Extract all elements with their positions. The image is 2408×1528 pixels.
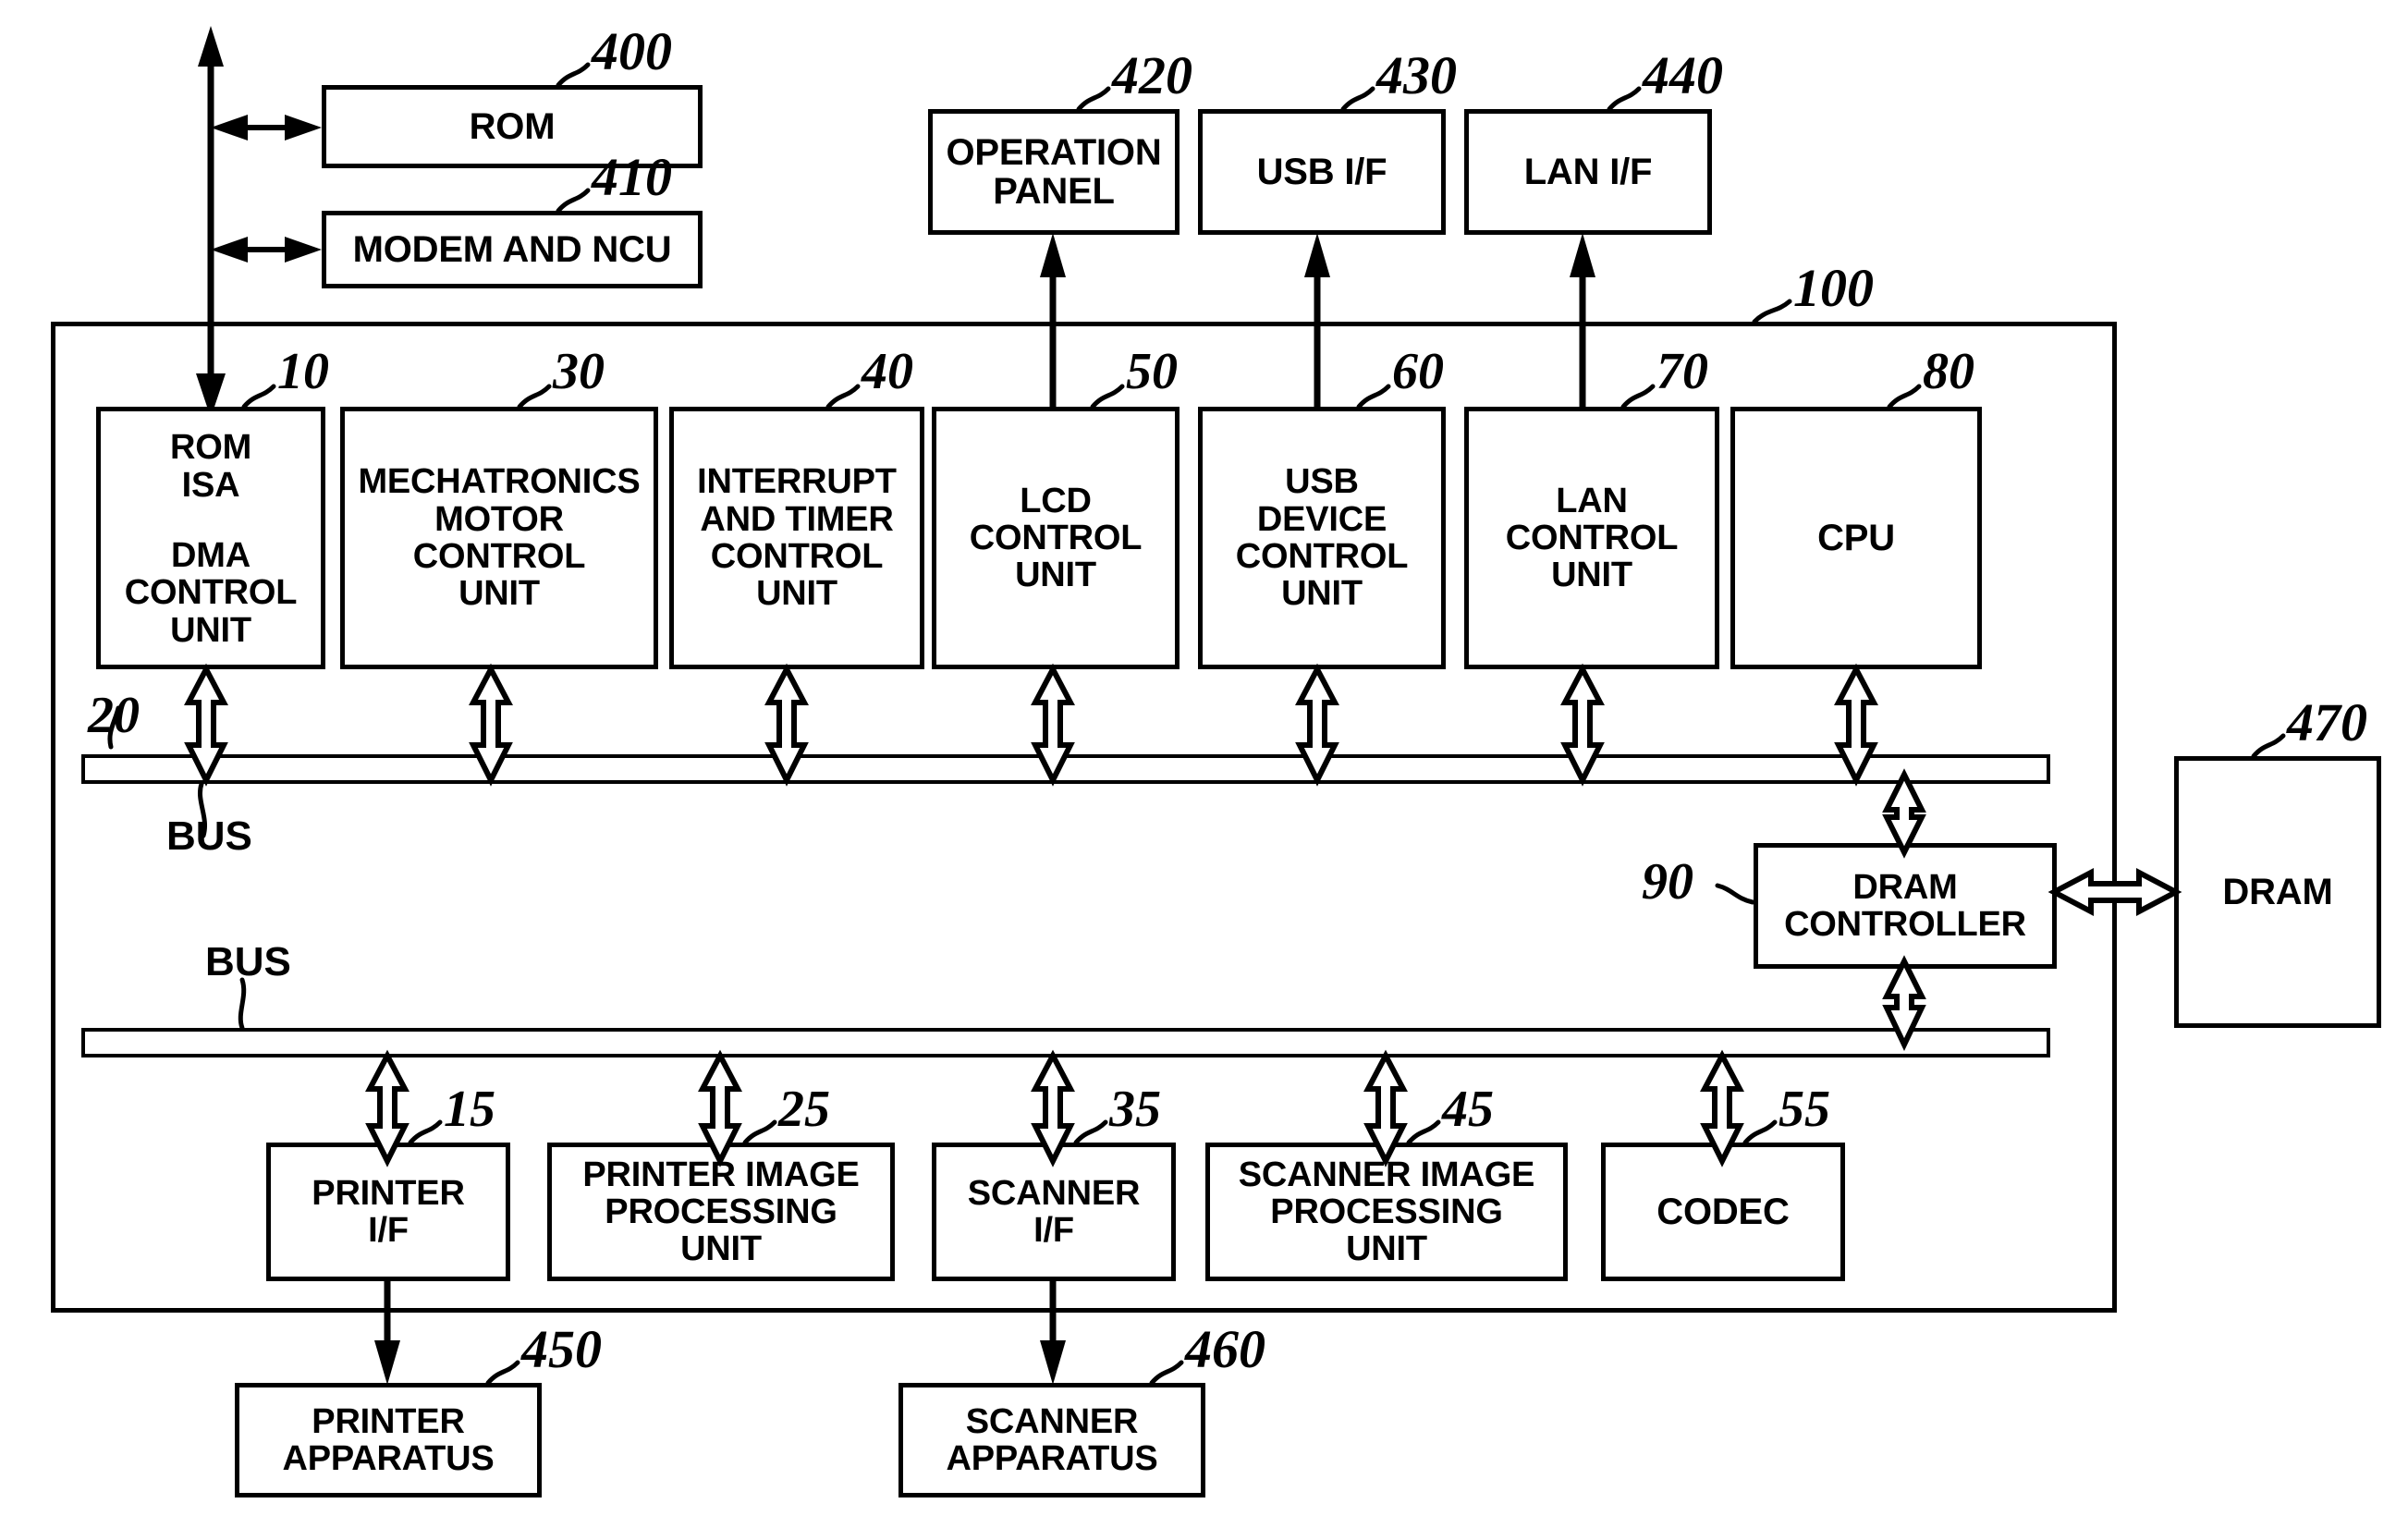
apparatus-box-printer-label: PRINTER APPARATUS <box>282 1401 495 1478</box>
control-box-lcd-control-unit-label: LCD CONTROL UNIT <box>969 481 1143 595</box>
apparatus-box-scanner[interactable]: SCANNER APPARATUS <box>898 1383 1205 1497</box>
ref-55: 55 <box>1778 1081 1830 1138</box>
ref-50: 50 <box>1126 343 1178 400</box>
ref-100: 100 <box>1793 258 1874 318</box>
ref-45: 45 <box>1442 1081 1494 1138</box>
peripheral-box-codec[interactable]: CODEC <box>1601 1143 1845 1281</box>
ref-80: 80 <box>1923 343 1974 400</box>
external-box-lan-if[interactable]: LAN I/F <box>1464 109 1712 235</box>
control-box-usb-device-control-unit[interactable]: USB DEVICE CONTROL UNIT <box>1198 407 1446 669</box>
dram-box[interactable]: DRAM <box>2174 756 2381 1028</box>
peripheral-box-printer-image-processing-unit-label: PRINTER IMAGE PROCESSING UNIT <box>582 1155 860 1269</box>
ref-40: 40 <box>862 343 913 400</box>
control-box-dma-control-unit-label: DMA CONTROL UNIT <box>124 536 298 650</box>
apparatus-box-printer[interactable]: PRINTER APPARATUS <box>235 1383 542 1497</box>
control-box-lcd-control-unit[interactable]: LCD CONTROL UNIT <box>932 407 1180 669</box>
external-box-rom-label: ROM <box>469 105 556 147</box>
bus-label-lower: BUS <box>205 939 291 984</box>
external-box-modem-ncu-label: MODEM AND NCU <box>352 228 672 270</box>
peripheral-box-printer-image-processing-unit[interactable]: PRINTER IMAGE PROCESSING UNIT <box>547 1143 895 1281</box>
dram-controller-box[interactable]: DRAM CONTROLLER <box>1754 843 2057 969</box>
external-box-lan-if-label: LAN I/F <box>1523 151 1653 192</box>
external-box-modem-ncu[interactable]: MODEM AND NCU <box>322 211 703 288</box>
apparatus-box-scanner-label: SCANNER APPARATUS <box>946 1401 1158 1478</box>
control-box-rom-isa[interactable]: ROM ISA <box>96 407 325 525</box>
control-box-mechatronics-motor-control-unit-label: MECHATRONICS MOTOR CONTROL UNIT <box>358 462 641 614</box>
peripheral-box-scanner-if-label: SCANNER I/F <box>967 1173 1141 1250</box>
arrow-trunk-to-rom <box>211 115 322 141</box>
ref-60: 60 <box>1392 343 1444 400</box>
control-box-interrupt-and-timer-control-unit-label: INTERRUPT AND TIMER CONTROL UNIT <box>697 462 897 614</box>
external-box-operation-panel[interactable]: OPERATION PANEL <box>928 109 1180 235</box>
bus-label-upper: BUS <box>166 813 252 859</box>
ref-70: 70 <box>1656 343 1708 400</box>
ref-25: 25 <box>778 1081 830 1138</box>
control-box-dma-control-unit[interactable]: DMA CONTROL UNIT <box>96 521 325 669</box>
bus-bar-lower <box>81 1028 2050 1057</box>
control-box-cpu-label: CPU <box>1817 517 1895 558</box>
ref-90: 90 <box>1642 853 1693 911</box>
dram-controller-label: DRAM CONTROLLER <box>1784 867 2026 944</box>
ref-440: 440 <box>1643 45 1723 105</box>
ref-30: 30 <box>553 343 605 400</box>
arrow-trunk-to-modem <box>211 237 322 263</box>
peripheral-box-scanner-if[interactable]: SCANNER I/F <box>932 1143 1176 1281</box>
control-box-lan-control-unit[interactable]: LAN CONTROL UNIT <box>1464 407 1719 669</box>
peripheral-box-printer-if-label: PRINTER I/F <box>312 1173 465 1250</box>
ref-35: 35 <box>1109 1081 1161 1138</box>
ref-450: 450 <box>521 1319 602 1379</box>
ref-470: 470 <box>2287 692 2367 752</box>
ref-400: 400 <box>592 21 672 81</box>
peripheral-box-printer-if[interactable]: PRINTER I/F <box>266 1143 510 1281</box>
peripheral-box-codec-label: CODEC <box>1656 1191 1790 1232</box>
peripheral-box-scanner-image-processing-unit[interactable]: SCANNER IMAGE PROCESSING UNIT <box>1205 1143 1568 1281</box>
control-box-cpu[interactable]: CPU <box>1730 407 1982 669</box>
ref-15: 15 <box>444 1081 495 1138</box>
control-box-mechatronics-motor-control-unit[interactable]: MECHATRONICS MOTOR CONTROL UNIT <box>340 407 658 669</box>
ref-420: 420 <box>1112 45 1192 105</box>
ref-20: 20 <box>88 687 140 744</box>
control-box-usb-device-control-unit-label: USB DEVICE CONTROL UNIT <box>1235 462 1409 614</box>
dram-label: DRAM <box>2222 871 2333 912</box>
ref-460: 460 <box>1185 1319 1265 1379</box>
ref-10: 10 <box>277 343 329 400</box>
external-box-operation-panel-label: OPERATION PANEL <box>946 131 1162 212</box>
control-box-rom-isa-label: ROM ISA <box>169 428 252 505</box>
external-box-usb-if-label: USB I/F <box>1256 151 1387 192</box>
bus-bar-upper <box>81 754 2050 784</box>
ref-410: 410 <box>592 147 672 207</box>
control-box-lan-control-unit-label: LAN CONTROL UNIT <box>1505 481 1679 595</box>
peripheral-box-scanner-image-processing-unit-label: SCANNER IMAGE PROCESSING UNIT <box>1238 1155 1535 1269</box>
ref-430: 430 <box>1376 45 1457 105</box>
block-diagram-canvas: ROM MODEM AND NCU OPERATION PANEL USB I/F… <box>0 0 2408 1528</box>
external-box-usb-if[interactable]: USB I/F <box>1198 109 1446 235</box>
control-box-interrupt-and-timer-control-unit[interactable]: INTERRUPT AND TIMER CONTROL UNIT <box>669 407 924 669</box>
